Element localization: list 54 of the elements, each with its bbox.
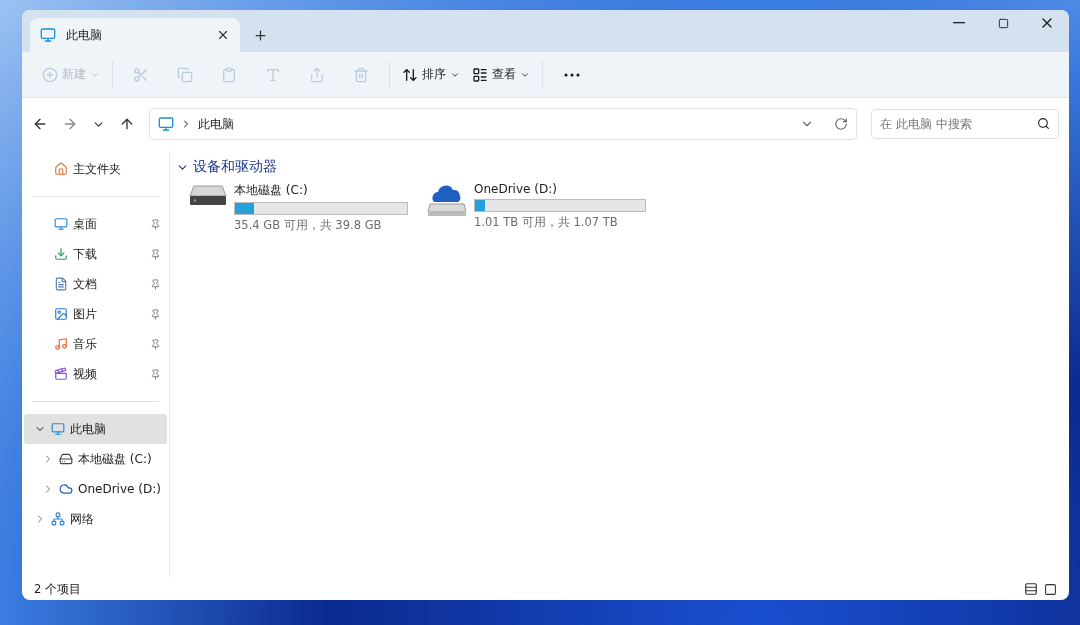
tree-item[interactable]: 此电脑 bbox=[24, 414, 167, 444]
square-icon bbox=[1044, 582, 1057, 596]
hard-drive-icon bbox=[59, 452, 73, 466]
tree-item[interactable]: OneDrive (D:) bbox=[24, 474, 167, 504]
picture-icon bbox=[54, 307, 68, 321]
plus-icon bbox=[252, 27, 268, 43]
view-button[interactable]: 查看 bbox=[466, 57, 536, 92]
drive-name[interactable]: 本地磁盘 (C:) bbox=[234, 182, 408, 199]
cloud-icon bbox=[59, 482, 73, 496]
music-icon bbox=[54, 337, 68, 351]
computer-icon bbox=[51, 422, 65, 436]
home-icon bbox=[54, 162, 68, 176]
download-icon bbox=[54, 247, 68, 261]
forward-icon bbox=[62, 116, 78, 132]
maximize-icon bbox=[997, 17, 1009, 29]
network-icon bbox=[51, 512, 65, 526]
back-icon bbox=[32, 116, 48, 132]
details-view-button[interactable] bbox=[1024, 582, 1038, 596]
forward-button[interactable] bbox=[62, 116, 78, 132]
drive-name[interactable]: OneDrive (D:) bbox=[474, 182, 646, 196]
group-header[interactable]: 设备和驱动器 bbox=[176, 158, 277, 176]
tree-item[interactable]: 本地磁盘 (C:) bbox=[24, 444, 167, 474]
refresh-button[interactable] bbox=[834, 117, 848, 131]
computer-icon bbox=[158, 116, 174, 132]
search-icon bbox=[1037, 117, 1050, 130]
item-count: 2 个项目 bbox=[34, 581, 81, 597]
sidebar-item[interactable]: 主文件夹 bbox=[24, 154, 167, 184]
close-tab-button[interactable] bbox=[216, 28, 230, 42]
sidebar-item[interactable]: 图片 bbox=[24, 299, 167, 329]
list-icon bbox=[1024, 582, 1038, 596]
tiles-view-button[interactable] bbox=[1044, 582, 1057, 596]
search-field[interactable]: 在 此电脑 中搜索 bbox=[871, 109, 1059, 139]
document-icon bbox=[54, 277, 68, 291]
sidebar-item[interactable]: 桌面 bbox=[24, 209, 167, 239]
refresh-icon bbox=[834, 117, 848, 131]
minimize-icon bbox=[953, 22, 965, 24]
address-bar[interactable]: 此电脑 bbox=[149, 108, 857, 140]
sidebar-item[interactable]: 视频 bbox=[24, 359, 167, 389]
close-icon bbox=[216, 28, 230, 42]
monitor-icon bbox=[54, 217, 68, 231]
computer-icon bbox=[40, 27, 56, 43]
up-button[interactable] bbox=[119, 116, 135, 132]
sort-button[interactable]: 排序 bbox=[396, 57, 466, 92]
back-button[interactable] bbox=[32, 116, 48, 132]
drive-space: 35.4 GB 可用，共 39.8 GB bbox=[234, 218, 383, 233]
sidebar-item[interactable]: 文档 bbox=[24, 269, 167, 299]
drive-space: 1.01 TB 可用，共 1.07 TB bbox=[474, 215, 619, 230]
tab[interactable]: 此电脑 bbox=[30, 18, 240, 52]
sidebar-item[interactable]: 音乐 bbox=[24, 329, 167, 359]
tree-item[interactable]: 网络 bbox=[24, 504, 167, 534]
address-path: 此电脑 bbox=[198, 115, 235, 133]
hard-drive-icon bbox=[188, 182, 228, 208]
sidebar-item[interactable]: 下载 bbox=[24, 239, 167, 269]
video-icon bbox=[54, 367, 68, 381]
